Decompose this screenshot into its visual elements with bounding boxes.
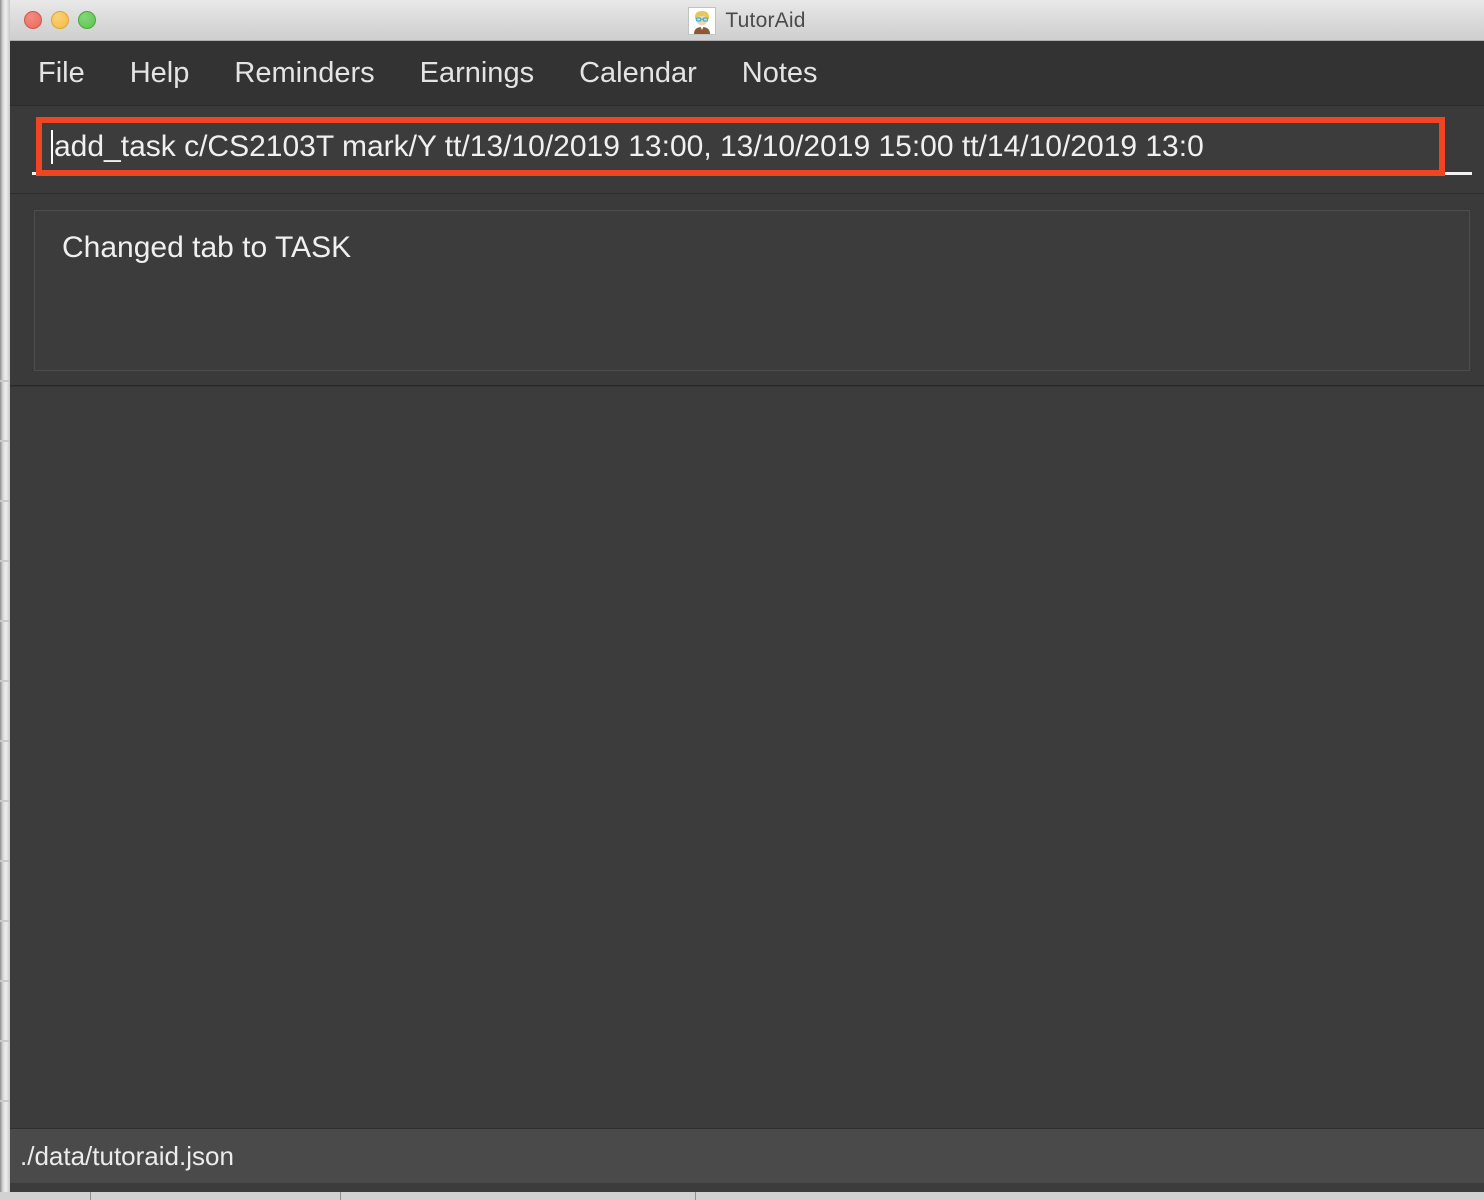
text-caret [51,129,53,164]
main-content-area [10,386,1484,1128]
backdrop-cell [90,1192,340,1200]
window-controls [24,11,96,29]
backdrop-cell [695,1192,1484,1200]
result-display-region: Changed tab to TASK [10,194,1484,386]
result-display-panel: Changed tab to TASK [34,210,1470,371]
status-bar: ./data/tutoraid.json [10,1128,1484,1183]
backdrop-cell [340,1192,695,1200]
menu-item-reminders[interactable]: Reminders [234,57,374,90]
maximize-window-button[interactable] [78,11,96,29]
application-window: TutorAid File Help Reminders Earnings Ca… [10,0,1484,1192]
backdrop-bottom-row [0,1192,1484,1200]
menu-item-calendar[interactable]: Calendar [579,57,697,90]
command-input[interactable]: add_task c/CS2103T mark/Y tt/13/10/2019 … [36,117,1445,176]
command-input-value: add_task c/CS2103T mark/Y tt/13/10/2019 … [54,129,1204,163]
status-bar-file-path: ./data/tutoraid.json [20,1140,234,1171]
menu-bar: File Help Reminders Earnings Calendar No… [10,41,1484,106]
result-message: Changed tab to TASK [62,231,352,264]
menu-item-notes[interactable]: Notes [742,57,818,90]
title-bar-center: TutorAid [10,0,1484,41]
command-input-region: add_task c/CS2103T mark/Y tt/13/10/2019 … [10,106,1484,194]
close-window-button[interactable] [24,11,42,29]
menu-item-file[interactable]: File [38,57,85,90]
menu-item-earnings[interactable]: Earnings [420,57,534,90]
tutor-avatar-icon [688,6,717,35]
minimize-window-button[interactable] [51,11,69,29]
menu-item-help[interactable]: Help [130,57,190,90]
title-bar: TutorAid [10,0,1484,41]
window-title: TutorAid [725,8,806,32]
